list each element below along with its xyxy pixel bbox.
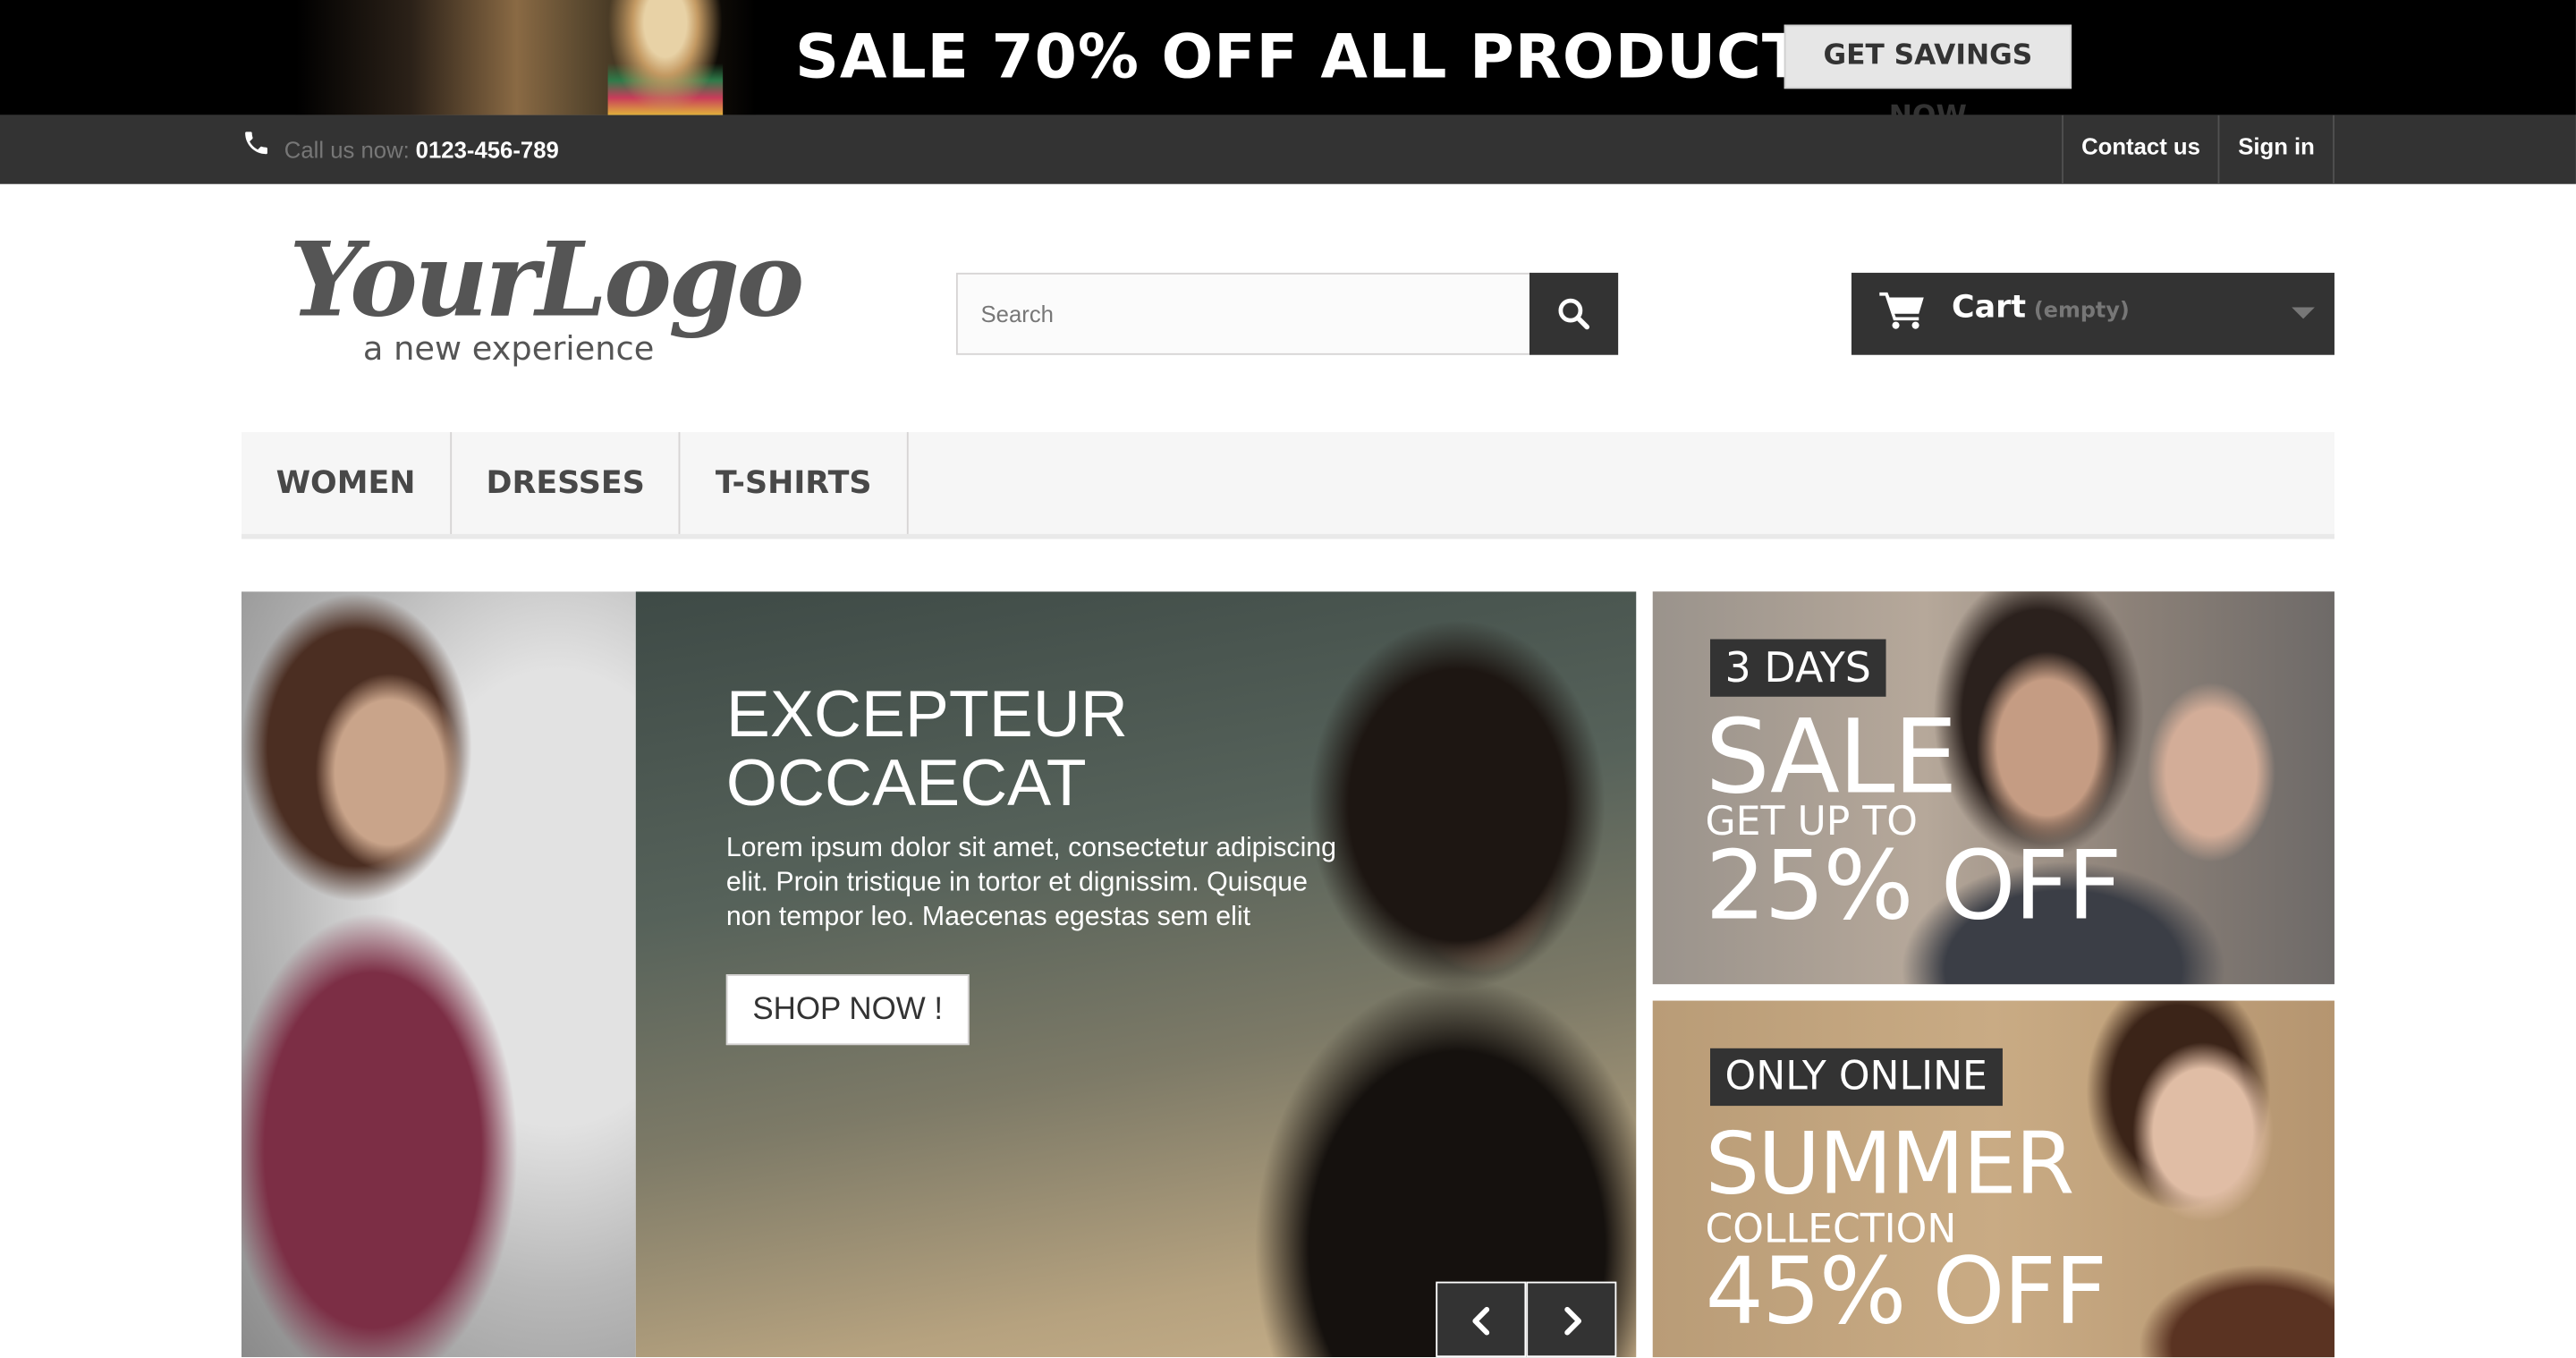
promo-banner[interactable]: SALE 70% OFF ALL PRODUCTS GET SAVINGS NO… xyxy=(0,0,2576,133)
promo-text: SALE 70% OFF ALL PRODUCTS xyxy=(794,21,1849,92)
search-input[interactable]: Search xyxy=(955,272,1531,355)
summer-banner[interactable]: ONLY ONLINE SUMMER COLLECTION 45% OFF xyxy=(1652,1000,2334,1358)
search-icon xyxy=(1558,298,1590,330)
call-label: Call us now: xyxy=(284,136,410,163)
chevron-left-icon xyxy=(1472,1306,1490,1336)
menu-item-tshirts[interactable]: T-SHIRTS xyxy=(681,432,908,534)
banner-offer: 25% OFF xyxy=(1705,829,2122,942)
banner-tag: ONLY ONLINE xyxy=(1710,1048,2003,1107)
banner-offer: 45% OFF xyxy=(1705,1238,2107,1346)
slide-title-line2: OCCAECAT xyxy=(725,747,1087,820)
chevron-down-icon xyxy=(2292,307,2315,319)
menu-item-dresses[interactable]: DRESSES xyxy=(452,432,682,534)
site-logo[interactable]: YourLogo a new experience xyxy=(289,220,804,375)
shop-now-button[interactable]: SHOP NOW ! xyxy=(725,974,970,1046)
cart-label: Cart xyxy=(1951,289,2027,326)
slider-nav xyxy=(1436,1281,1618,1358)
slider-next-button[interactable] xyxy=(1526,1281,1617,1358)
promo-photo xyxy=(295,0,756,115)
slide-title: EXCEPTEUR OCCAECAT xyxy=(726,680,1384,818)
slide-title-line1: EXCEPTEUR xyxy=(725,678,1128,751)
menu-item-women[interactable]: WOMEN xyxy=(242,432,452,534)
banner-headline: SUMMER xyxy=(1705,1116,2074,1215)
main-menu: WOMEN DRESSES T-SHIRTS xyxy=(241,432,2334,539)
slide-left-image xyxy=(241,591,636,1358)
logo-tagline: a new experience xyxy=(362,328,655,369)
chevron-right-icon xyxy=(1564,1306,1582,1336)
sign-in-link[interactable]: Sign in xyxy=(2218,115,2334,184)
cart-status: (empty) xyxy=(2033,299,2130,324)
slide-description: Lorem ipsum dolor sit amet, consectetur … xyxy=(725,833,1337,932)
contact-us-link[interactable]: Contact us xyxy=(2062,115,2218,184)
cart-button[interactable]: Cart (empty) xyxy=(1851,272,2334,355)
top-nav-bar: Call us now: 0123-456-789 Contact us Sig… xyxy=(0,115,2576,184)
promo-model-image xyxy=(607,0,724,115)
banner-tag: 3 DAYS xyxy=(1710,639,1886,697)
cart-icon xyxy=(1879,292,1924,329)
topbar-links: Contact us Sign in xyxy=(2062,115,2334,184)
phone-number: 0123-456-789 xyxy=(415,136,559,163)
get-savings-button[interactable]: GET SAVINGS NOW xyxy=(1784,24,2072,133)
page: SALE 70% OFF ALL PRODUCTS GET SAVINGS NO… xyxy=(0,0,2576,1358)
search-button[interactable] xyxy=(1529,272,1619,355)
logo-wordmark: YourLogo xyxy=(289,220,804,341)
banner-headline: SALE xyxy=(1705,696,1957,817)
sale-banner[interactable]: 3 DAYS SALE GET UP TO 25% OFF xyxy=(1652,591,2334,985)
phone-icon xyxy=(245,132,267,155)
slider-prev-button[interactable] xyxy=(1436,1281,1527,1358)
